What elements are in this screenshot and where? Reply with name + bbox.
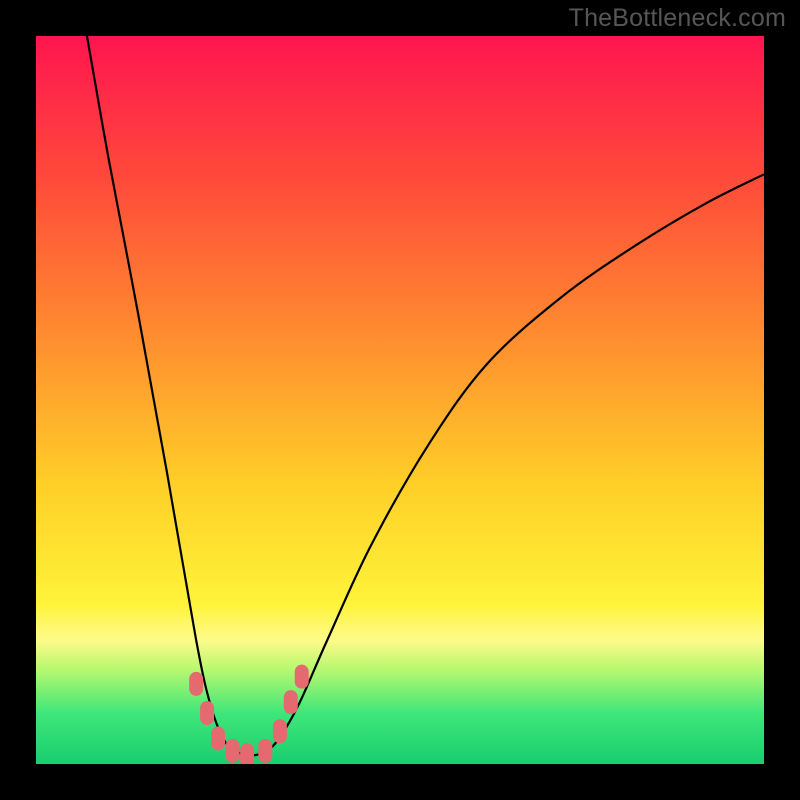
marker-dot	[284, 690, 298, 714]
marker-dot	[273, 719, 287, 743]
bottleneck-curve	[87, 36, 764, 755]
marker-dot	[200, 701, 214, 725]
marker-dot	[211, 727, 225, 751]
marker-dot	[258, 739, 272, 763]
chart-container: TheBottleneck.com	[0, 0, 800, 800]
marker-dot	[240, 743, 254, 764]
plot-area	[36, 36, 764, 764]
marker-dot	[189, 672, 203, 696]
marker-dot	[226, 739, 240, 763]
watermark-text: TheBottleneck.com	[569, 4, 786, 33]
marker-dot	[295, 665, 309, 689]
curve-markers	[189, 665, 309, 764]
curve-layer	[36, 36, 764, 764]
